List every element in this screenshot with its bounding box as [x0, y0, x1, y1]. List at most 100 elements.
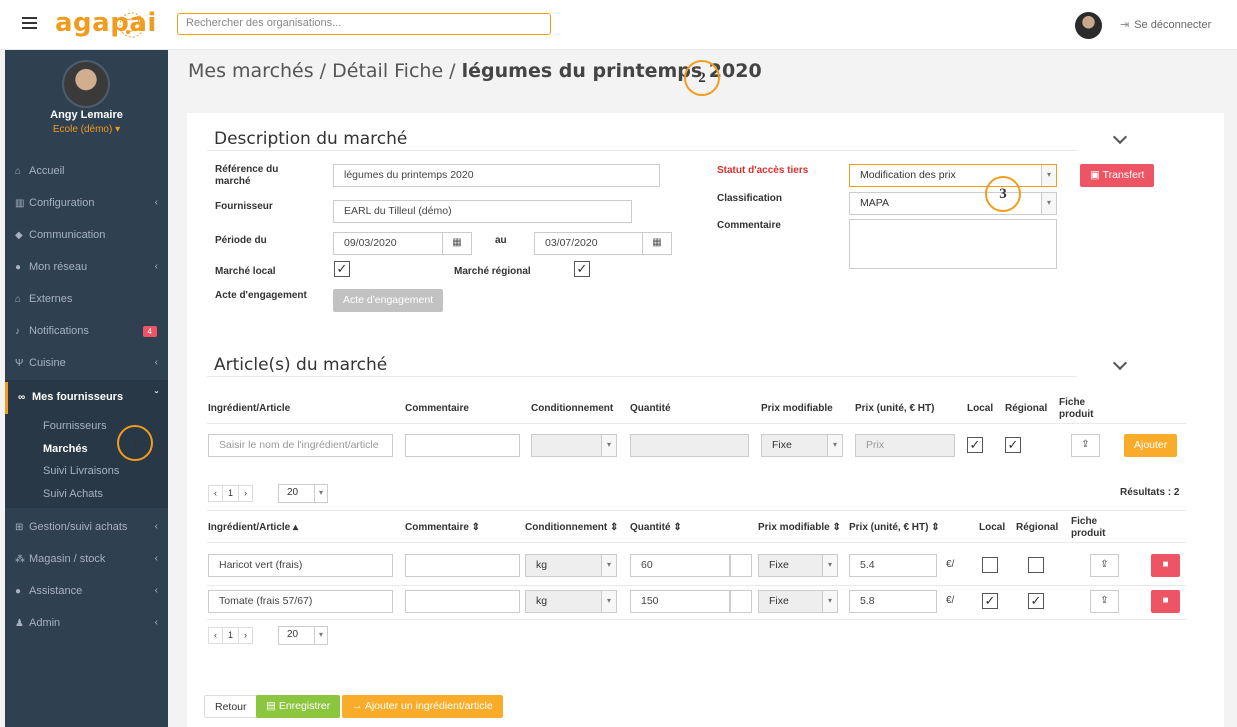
logo-network-icon [119, 12, 145, 38]
table-row-quantity[interactable]: 60 [630, 554, 730, 577]
table-row-conditioning[interactable]: kg ▾ [525, 554, 617, 577]
table-row-price[interactable]: 5.8 [849, 590, 937, 613]
chevron-left-icon: ‹ [154, 357, 158, 368]
sidebar-item-assistance[interactable]: ● Assistance ‹ [5, 576, 168, 608]
hamburger-menu-icon[interactable] [22, 17, 37, 30]
pager-page[interactable]: 1 [222, 485, 240, 502]
table-row-ingredient[interactable]: Tomate (frais 57/67) [208, 590, 393, 613]
upload-icon[interactable]: ⇪ [1071, 434, 1100, 457]
table-row-comment[interactable] [405, 590, 520, 613]
floppy-icon: ▤ [266, 700, 279, 712]
sort-col-comment[interactable]: Commentaire ⇕ [405, 522, 480, 534]
conditioning-select[interactable]: ▾ [531, 434, 617, 457]
pager-page[interactable]: 1 [222, 627, 240, 644]
sort-col-price-mod[interactable]: Prix modifiable ⇕ [758, 522, 841, 534]
section-divider [207, 376, 1077, 377]
annotation-2: 2 [684, 60, 720, 96]
regional-checkbox[interactable]: ✓ [1005, 437, 1021, 453]
table-row-ingredient[interactable]: Haricot vert (frais) [208, 554, 393, 577]
sidebar-subitem-suivi-livraisons[interactable]: Suivi Livraisons [43, 465, 119, 477]
results-count: Résultats : 2 [1120, 487, 1180, 498]
table-row-regional-checkbox[interactable] [1028, 557, 1044, 573]
upload-icon[interactable]: ⇪ [1090, 554, 1119, 577]
add-ingredient-button[interactable]: → Ajouter un ingrédient/article [342, 695, 503, 718]
page-size-select[interactable]: 20 ▾ [278, 484, 328, 503]
search-input[interactable]: Rechercher des organisations... [177, 13, 551, 35]
logout-link[interactable]: ⇥ Se déconnecter [1120, 18, 1211, 31]
sidebar-item-configuration[interactable]: ▥ Configuration ‹ [5, 188, 168, 220]
chevron-left-icon: ‹ [154, 585, 158, 596]
section-title-articles: Article(s) du marché [214, 355, 388, 375]
sidebar-item-admin[interactable]: ♟ Admin ‹ [5, 608, 168, 640]
table-row-comment[interactable] [405, 554, 520, 577]
acte-button[interactable]: Acte d'engagement [333, 289, 444, 312]
sidebar-subitem-marches[interactable]: Marchés [43, 443, 88, 455]
table-row-local-checkbox[interactable] [982, 557, 998, 573]
price-mod-select[interactable]: Fixe ▾ [761, 434, 843, 457]
sidebar-item-cuisine[interactable]: Ψ Cuisine ‹ [5, 348, 168, 380]
col-comment: Commentaire [405, 403, 469, 414]
page-size-select[interactable]: 20 ▾ [278, 626, 328, 645]
price-input[interactable]: Prix [855, 434, 955, 457]
org-dropdown[interactable]: Ecole (démo) ▾ [5, 124, 168, 135]
main-panel: Description du marché Référence du march… [187, 113, 1224, 727]
table-row-price[interactable]: 5.4 [849, 554, 937, 577]
annotation-1: 1 [117, 425, 153, 461]
regional-checkbox[interactable]: ✓ [574, 261, 590, 277]
collapse-chevron-icon[interactable] [1112, 129, 1128, 145]
back-button[interactable]: Retour [204, 695, 258, 718]
period-to-label: au [495, 235, 507, 246]
pager-prev[interactable]: ‹ [208, 627, 223, 644]
reference-input[interactable]: légumes du printemps 2020 [333, 164, 660, 187]
sidebar-item-magasin[interactable]: ⁂ Magasin / stock ‹ [5, 544, 168, 576]
quantity-input[interactable] [630, 434, 749, 457]
local-checkbox[interactable]: ✓ [334, 261, 350, 277]
sidebar-subitem-suivi-achats[interactable]: Suivi Achats [43, 488, 103, 500]
collapse-chevron-icon[interactable] [1112, 355, 1128, 371]
sidebar-subitem-fournisseurs[interactable]: Fournisseurs [43, 420, 107, 432]
pager-next[interactable]: › [238, 627, 254, 644]
table-row-quantity[interactable]: 150 [630, 590, 730, 613]
table-row-price-mod[interactable]: Fixe ▾ [758, 554, 838, 577]
ingredient-input[interactable]: Saisir le nom de l'ingrédient/article [208, 434, 393, 457]
classification-select[interactable]: MAPA ▾ [849, 192, 1057, 215]
sort-col-conditioning[interactable]: Conditionnement ⇕ [525, 522, 618, 534]
table-divider [207, 542, 1186, 543]
pager-prev[interactable]: ‹ [208, 485, 223, 502]
comment-input[interactable] [405, 434, 520, 457]
save-button[interactable]: ▤ Enregistrer [256, 695, 341, 718]
col-price: Prix (unité, € HT) [855, 403, 935, 414]
calendar-icon[interactable]: ▦ [642, 232, 672, 255]
comment-textarea[interactable] [849, 219, 1057, 269]
supplier-input[interactable]: EARL du Tilleul (démo) [333, 200, 632, 223]
sidebar-item-externes[interactable]: ⌂ Externes [5, 284, 168, 316]
avatar[interactable] [1075, 12, 1102, 39]
table-row-local-checkbox[interactable]: ✓ [982, 593, 998, 609]
sidebar-item-notifications[interactable]: ♪ Notifications 4 [5, 316, 168, 348]
sort-col-ingredient[interactable]: Ingrédient/Article ▴ [208, 522, 298, 534]
pager-next[interactable]: › [238, 485, 254, 502]
chevron-down-icon: ▾ [1041, 193, 1056, 214]
table-row-price-mod[interactable]: Fixe ▾ [758, 590, 838, 613]
add-button[interactable]: Ajouter [1124, 434, 1178, 457]
upload-icon[interactable]: ⇪ [1090, 590, 1119, 613]
calendar-icon[interactable]: ▦ [442, 232, 472, 255]
trash-icon[interactable]: ■ [1151, 590, 1180, 613]
table-row-regional-checkbox[interactable]: ✓ [1028, 593, 1044, 609]
supplier-label: Fournisseur [215, 201, 273, 212]
status-select[interactable]: Modification des prix ▾ [849, 164, 1057, 187]
sidebar-item-communication[interactable]: ◆ Communication [5, 220, 168, 252]
local-checkbox[interactable]: ✓ [967, 437, 983, 453]
trash-icon[interactable]: ■ [1151, 554, 1180, 577]
sort-col-quantity[interactable]: Quantité ⇕ [630, 522, 682, 534]
sidebar-item-accueil[interactable]: ⌂ Accueil [5, 156, 168, 188]
sidebar-item-mon-reseau[interactable]: ● Mon réseau ‹ [5, 252, 168, 284]
period-to-input[interactable]: 03/07/2020 [534, 232, 644, 255]
table-row-conditioning[interactable]: kg ▾ [525, 590, 617, 613]
sidebar-item-mes-fournisseurs[interactable]: ∞ Mes fournisseurs ˇ [5, 382, 168, 414]
sidebar-item-gestion-achats[interactable]: ⊞ Gestion/suivi achats ‹ [5, 512, 168, 544]
annotation-3: 3 [985, 176, 1021, 212]
period-from-input[interactable]: 09/03/2020 [333, 232, 443, 255]
transfer-button[interactable]: ▣ Transfert [1080, 164, 1155, 187]
sort-col-price[interactable]: Prix (unité, € HT) ⇕ [849, 522, 940, 534]
